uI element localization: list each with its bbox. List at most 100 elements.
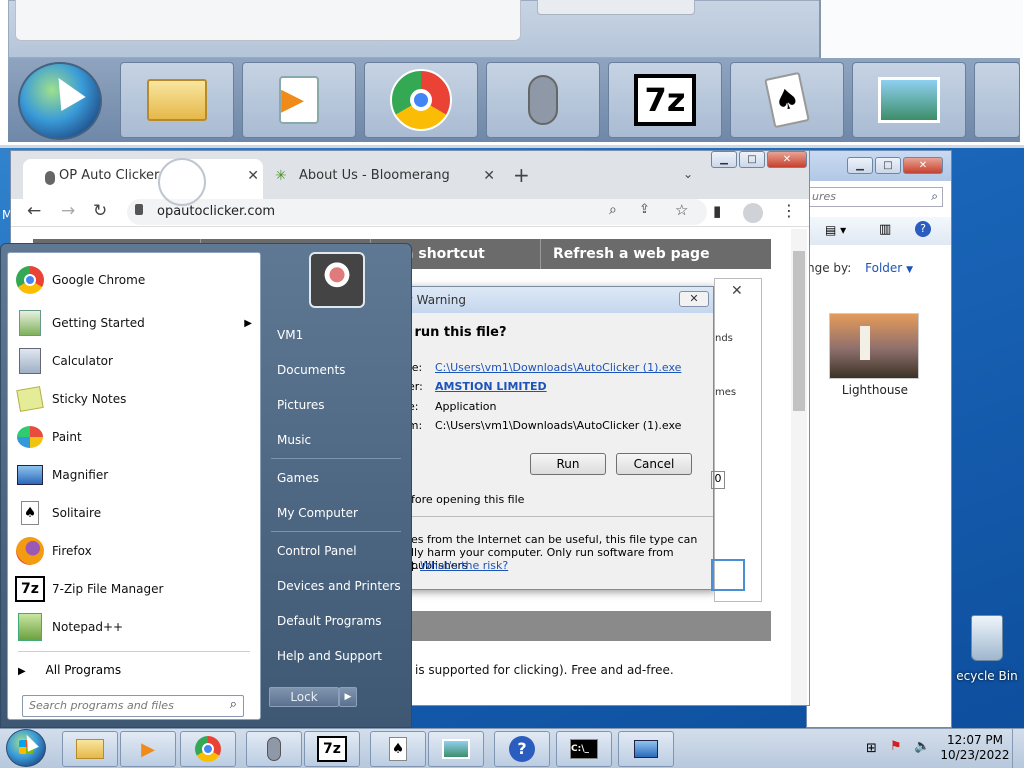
new-tab-icon[interactable]: + <box>513 163 530 187</box>
reload-icon[interactable]: ↻ <box>93 201 107 221</box>
start-program-item[interactable]: Notepad++ <box>8 608 260 646</box>
taskbar-chrome-button[interactable] <box>180 731 236 767</box>
arrow-right-icon: ▶ <box>344 692 352 702</box>
all-programs[interactable]: ▶ All Programs <box>18 659 250 681</box>
action-center-icon[interactable]: ⚑ <box>890 739 902 754</box>
lighthouse-thumbnail[interactable] <box>829 313 919 379</box>
cancel-button[interactable]: Cancel <box>616 453 692 475</box>
cmd-icon: C:\_ <box>570 739 598 759</box>
modal-close-icon[interactable]: ✕ <box>731 283 743 299</box>
search-box[interactable]: ures ⌕ <box>809 187 943 207</box>
magnifier-lens-icon <box>158 158 206 206</box>
tab-op-auto-clicker[interactable]: OP Auto Clicker ✕ <box>23 159 263 199</box>
start-link-pictures[interactable]: Pictures <box>277 390 401 420</box>
close-button[interactable]: ✕ <box>767 151 807 168</box>
minimize-button[interactable]: ▁ <box>711 151 737 168</box>
start-link-devices[interactable]: Devices and Printers <box>277 571 401 601</box>
taskbar-photo-viewer-button[interactable] <box>428 731 484 767</box>
chrome-toolbar: ← → ↻ opautoclicker.com ⌕ ⇪ ☆ ▮ ⋮ <box>11 199 809 227</box>
start-link-documents[interactable]: Documents <box>277 355 401 385</box>
start-search-input[interactable]: Search programs and files ⌕ <box>22 695 244 717</box>
show-desktop-button[interactable] <box>1012 729 1024 768</box>
recycle-bin[interactable]: ecycle Bin <box>950 615 1024 683</box>
submenu-arrow-icon: ▶ <box>244 317 252 329</box>
taskbar-media-player-button[interactable]: ▶ <box>120 731 176 767</box>
bloomerang-favicon-icon: ✳ <box>275 168 287 184</box>
help-icon[interactable]: ? <box>915 221 931 237</box>
taskbar-help-button[interactable]: ? <box>494 731 550 767</box>
view-icon[interactable]: ▤ ▾ <box>825 223 846 237</box>
start-link-user[interactable]: VM1 <box>277 320 401 350</box>
user-picture[interactable] <box>309 252 365 308</box>
background-modal: ✕ nds mes 0 <box>711 278 762 602</box>
share-icon[interactable]: ⇪ <box>639 202 650 217</box>
system-clock[interactable]: 12:07 PM 10/23/2022 <box>940 733 1010 763</box>
forward-icon[interactable]: → <box>61 201 75 221</box>
start-program-item[interactable]: ♠ Solitaire <box>8 494 260 532</box>
address-bar[interactable]: opautoclicker.com ⌕ ⇪ ☆ <box>127 199 707 225</box>
taskbar-7zip-button[interactable]: 7z <box>304 731 360 767</box>
explorer-window[interactable]: ▁ □ ✕ ures ⌕ ▤ ▾ ▥ ? nge by: Folder ▼ Li… <box>806 150 952 728</box>
taskbar-magnifier-button[interactable] <box>618 731 674 767</box>
start-program-item[interactable]: Firefox <box>8 532 260 570</box>
start-link-computer[interactable]: My Computer <box>277 498 401 528</box>
file-name-value[interactable]: C:\Users\vm1\Downloads\AutoClicker (1).e… <box>435 361 681 374</box>
taskbar-solitaire-button[interactable]: ♠ <box>370 731 426 767</box>
publisher-value[interactable]: AMSTION LIMITED <box>435 380 547 393</box>
security-warning-dialog[interactable]: ty Warning ✕ o run this file? me: C:\Use… <box>400 286 714 590</box>
volume-icon[interactable]: 🔈 <box>914 739 930 754</box>
magnified-media-icon: ▶ <box>242 62 356 138</box>
arrange-folder-dropdown[interactable]: Folder <box>865 261 902 275</box>
start-link-music[interactable]: Music <box>277 425 401 455</box>
nav-item-refresh[interactable]: Refresh a web page <box>541 239 771 269</box>
scrollbar[interactable] <box>791 229 807 705</box>
menu-kebab-icon[interactable]: ⋮ <box>781 201 797 220</box>
start-program-item[interactable]: Paint <box>8 418 260 456</box>
maximize-button[interactable]: □ <box>739 151 765 168</box>
zoom-icon[interactable]: ⌕ <box>609 202 617 218</box>
tab-search-icon[interactable]: ⌄ <box>683 167 693 181</box>
start-program-item[interactable]: Calculator <box>8 342 260 380</box>
back-icon[interactable]: ← <box>27 201 41 221</box>
start-program-item[interactable]: Sticky Notes <box>8 380 260 418</box>
close-button[interactable]: ✕ <box>903 157 943 174</box>
start-link-default-programs[interactable]: Default Programs <box>277 606 401 636</box>
modal-side-field[interactable]: 0 <box>711 471 725 489</box>
close-icon[interactable]: ✕ <box>483 159 495 193</box>
profile-avatar-icon[interactable] <box>743 203 763 223</box>
triangle-right-icon: ▶ <box>18 666 26 677</box>
start-program-item[interactable]: 7z 7-Zip File Manager <box>8 570 260 608</box>
lock-button[interactable]: Lock <box>269 687 339 707</box>
always-ask-checkbox-label[interactable]: fore opening this file <box>411 493 524 506</box>
taskbar-cmd-button[interactable]: C:\_ <box>556 731 612 767</box>
start-menu-links: VM1 Documents Pictures Music Games My Co… <box>263 244 413 729</box>
start-program-item[interactable]: Google Chrome <box>8 261 260 299</box>
start-link-games[interactable]: Games <box>277 463 401 493</box>
arrange-by-label: nge by: <box>807 261 852 275</box>
magnified-chrome-icon <box>364 62 478 138</box>
taskbar-mouse-button[interactable] <box>246 731 302 767</box>
shutdown-options-button[interactable]: ▶ <box>339 687 357 707</box>
whats-the-risk-link[interactable]: What's the risk? <box>420 559 508 572</box>
taskbar-explorer-button[interactable] <box>62 731 118 767</box>
bookmark-star-icon[interactable]: ☆ <box>675 201 688 219</box>
sidepanel-icon[interactable]: ▮ <box>713 202 721 220</box>
magnified-explorer-icon <box>120 62 234 138</box>
modal-side-button[interactable] <box>711 559 745 591</box>
getting-started-icon <box>14 307 46 339</box>
maximize-button[interactable]: □ <box>875 157 901 174</box>
start-program-item[interactable]: Getting Started ▶ <box>8 304 260 342</box>
network-icon[interactable]: ⊞ <box>866 741 877 756</box>
close-button[interactable]: ✕ <box>679 291 709 307</box>
start-menu-programs: Google Chrome Getting Started ▶ Calculat… <box>7 252 261 720</box>
start-program-item[interactable]: Magnifier <box>8 456 260 494</box>
start-menu[interactable]: Google Chrome Getting Started ▶ Calculat… <box>0 243 412 728</box>
run-button[interactable]: Run <box>530 453 606 475</box>
tab-about-us[interactable]: ✳ About Us - Bloomerang ✕ <box>263 159 499 199</box>
preview-pane-icon[interactable]: ▥ <box>879 222 891 237</box>
minimize-button[interactable]: ▁ <box>847 157 873 174</box>
close-icon[interactable]: ✕ <box>247 159 259 193</box>
firefox-icon <box>14 535 46 567</box>
start-link-control-panel[interactable]: Control Panel <box>277 536 401 566</box>
start-link-help[interactable]: Help and Support <box>277 641 401 671</box>
